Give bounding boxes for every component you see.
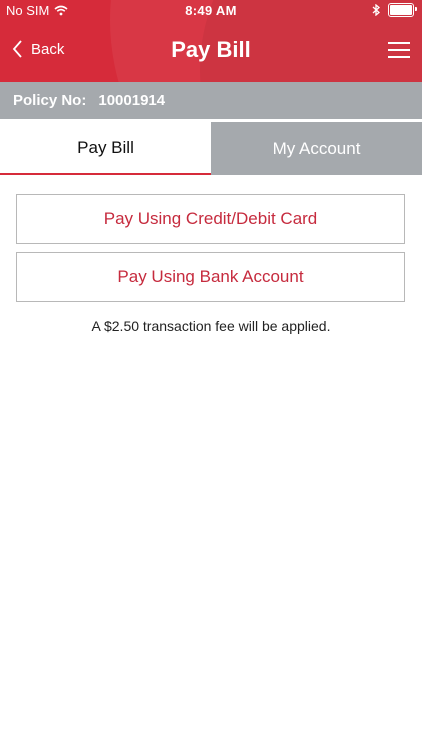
hamburger-menu-icon[interactable] <box>388 42 410 60</box>
nav-bar: Back Pay Bill <box>0 22 422 82</box>
page-title: Pay Bill <box>171 37 251 62</box>
menu-line <box>388 49 410 51</box>
status-bar: No SIM 8:49 AM <box>0 0 422 22</box>
status-right-group <box>372 3 417 17</box>
tab-bar: Pay Bill My Account <box>0 122 422 175</box>
policy-number: 10001914 <box>98 92 166 109</box>
status-time: 8:49 AM <box>185 3 237 18</box>
pay-card-button[interactable]: Pay Using Credit/Debit Card <box>16 194 405 244</box>
tab-my-account[interactable]: My Account <box>211 122 422 175</box>
tab-pay-bill[interactable]: Pay Bill <box>0 122 211 175</box>
header: No SIM 8:49 AM Back Pay Bill <box>0 0 422 82</box>
policy-label: Policy No: <box>13 92 87 109</box>
policy-bar: Policy No: 10001914 <box>0 82 422 119</box>
bluetooth-icon <box>372 4 380 16</box>
pay-bank-button[interactable]: Pay Using Bank Account <box>16 252 405 302</box>
menu-line <box>388 42 410 44</box>
battery-icon <box>388 3 417 17</box>
menu-line <box>388 56 410 58</box>
fee-notice: A $2.50 transaction fee will be applied. <box>91 318 331 334</box>
battery-level <box>390 5 412 15</box>
